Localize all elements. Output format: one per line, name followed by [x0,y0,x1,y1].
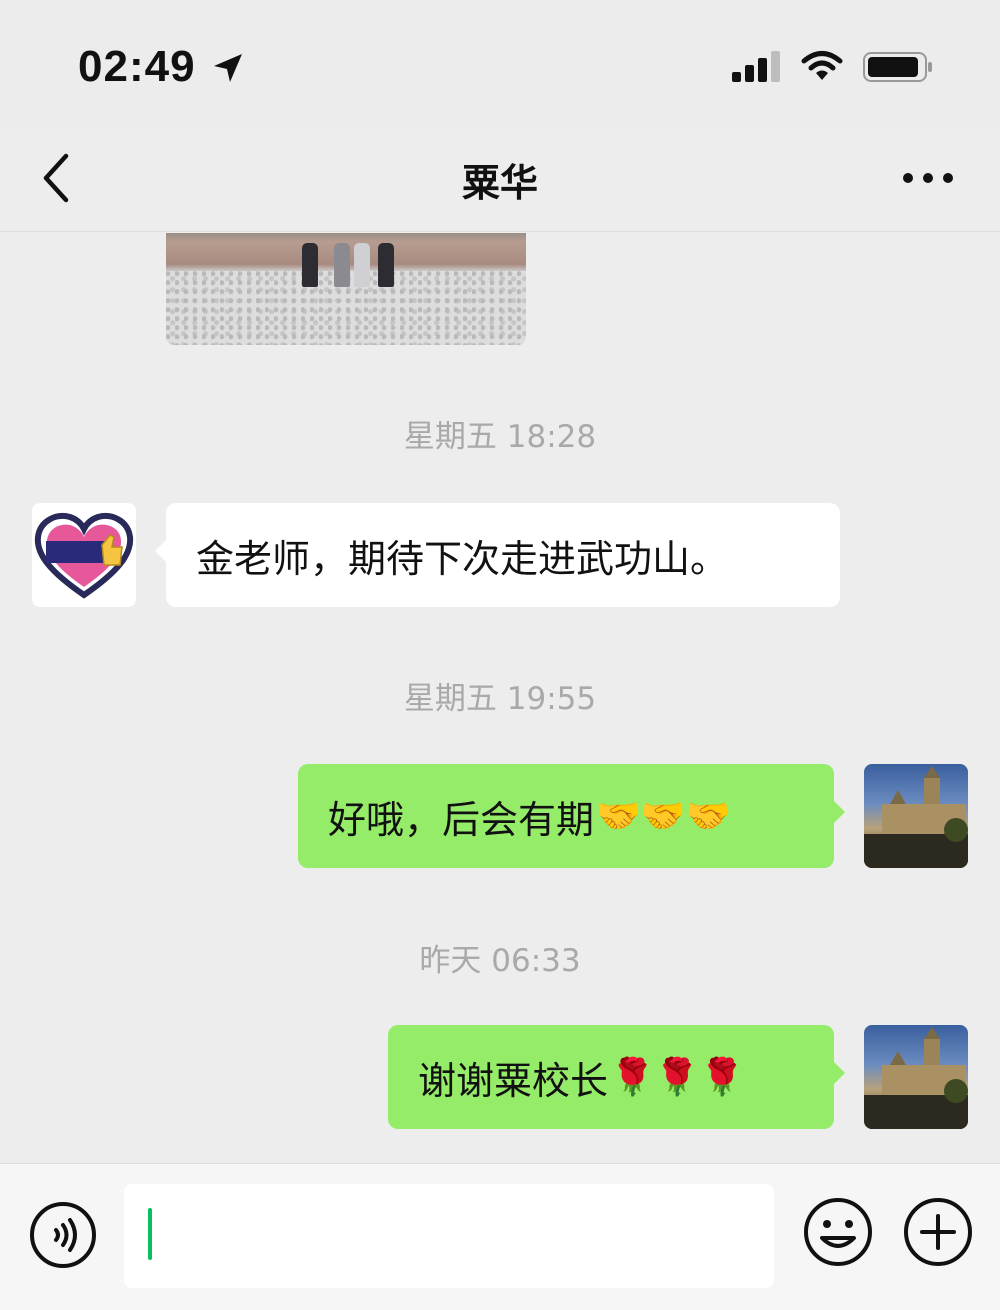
avatar[interactable] [32,503,136,607]
more-dots-icon[interactable] [896,160,960,196]
wifi-icon [801,51,843,80]
photo-figure [378,243,394,287]
cellular-signal-icon [732,51,780,82]
text-caret [148,1208,152,1260]
plus-circle-icon[interactable] [902,1196,974,1268]
sent-message-bubble[interactable]: 好哦，后会有期 🤝🤝🤝 [298,764,845,868]
avatar[interactable] [864,1025,968,1129]
heart-logo-icon [34,513,134,599]
emoji-smiley-icon[interactable] [802,1196,874,1268]
photo-figure [334,243,350,287]
status-time: 02:49 [78,42,196,91]
bubble-tail [833,800,845,824]
message-text: 好哦，后会有期 [328,797,595,842]
chat-header: 粟华 [0,130,1000,232]
location-arrow-icon [214,54,242,82]
status-bar: 02:49 [0,0,1000,130]
castle-photo-icon [864,1027,968,1129]
chevron-left-icon[interactable] [34,150,78,206]
input-bar [0,1163,1000,1310]
message-input[interactable] [124,1184,774,1288]
sent-message-bubble[interactable]: 谢谢粟校长 🌹🌹🌹 [388,1025,845,1129]
message-timestamp: 昨天 06:33 [419,943,581,979]
photo-figure [302,243,318,287]
chat-title: 粟华 [461,161,538,205]
message-text: 谢谢粟校长 [418,1058,609,1103]
photo-figure [354,243,370,287]
bubble-tail [833,1061,845,1085]
image-message[interactable] [166,233,526,345]
handshake-emoji-icon: 🤝🤝🤝 [596,796,731,837]
bubble-tail [155,539,167,563]
message-timestamp: 星期五 18:28 [403,419,597,455]
message-timestamp: 星期五 19:55 [403,681,597,717]
message-text: 金老师，期待下次走进武功山。 [196,536,729,581]
voice-input-icon[interactable] [28,1200,98,1270]
rose-emoji-icon: 🌹🌹🌹 [610,1057,745,1098]
received-message-bubble[interactable]: 金老师，期待下次走进武功山。 [155,503,840,607]
avatar[interactable] [864,764,968,868]
chat-message-list[interactable]: 星期五 18:28 金老师，期待下次走进武功山。 星期五 19:55 好哦，后会… [0,233,1000,1163]
battery-icon [863,52,932,82]
castle-photo-icon [864,766,968,868]
